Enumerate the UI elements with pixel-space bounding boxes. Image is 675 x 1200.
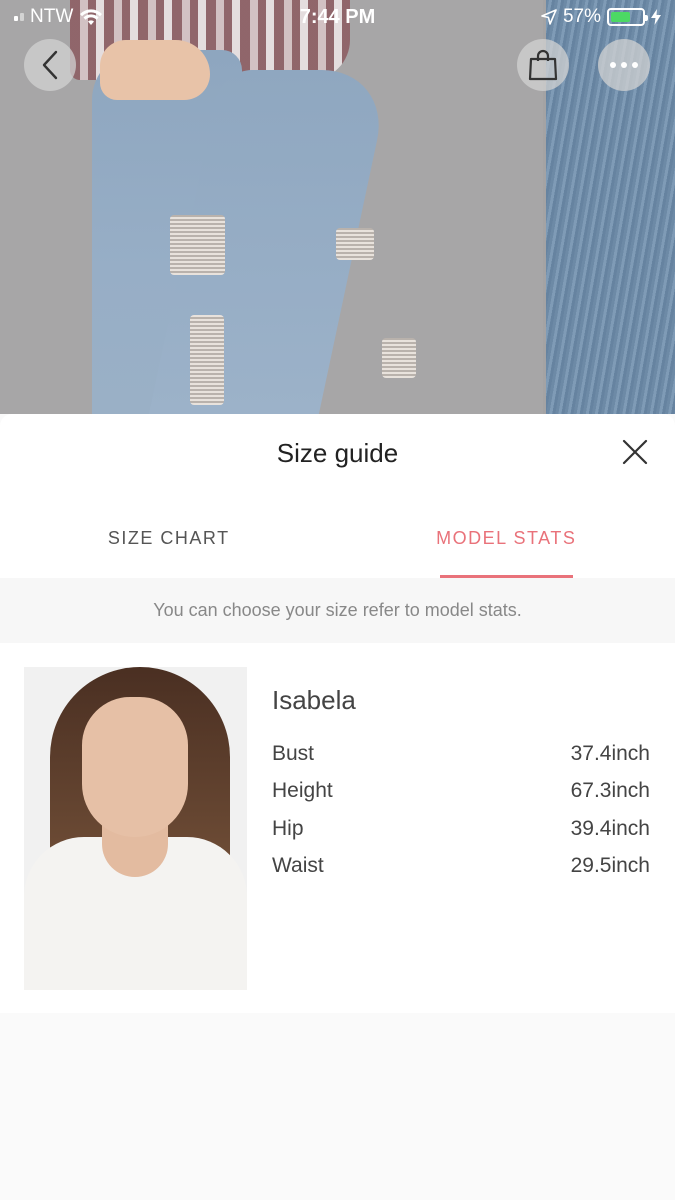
battery-level xyxy=(611,12,631,22)
status-right: 57% xyxy=(541,6,661,28)
size-guide-sheet: Size guide SIZE CHART MODEL STATS You ca… xyxy=(0,414,675,1200)
stat-row-hip: Hip 39.4inch xyxy=(272,810,650,848)
stat-value: 29.5inch xyxy=(570,854,650,878)
sheet-title: Size guide xyxy=(276,438,399,468)
stat-label: Waist xyxy=(272,854,324,878)
stat-value: 37.4inch xyxy=(570,741,650,765)
more-button[interactable] xyxy=(598,39,650,91)
screen: NTW 7:44 PM 57% Size guide SIZE CHART MO… xyxy=(0,0,675,1200)
stat-row-height: Height 67.3inch xyxy=(272,773,650,811)
product-image xyxy=(0,0,543,414)
stat-label: Height xyxy=(272,779,333,803)
product-image-gallery[interactable] xyxy=(0,0,675,414)
size-guide-tabs: SIZE CHART MODEL STATS xyxy=(0,498,675,578)
stat-row-waist: Waist 29.5inch xyxy=(272,848,650,886)
model-photo xyxy=(24,667,247,990)
model-stats-list: Bust 37.4inch Height 67.3inch Hip 39.4in… xyxy=(272,735,650,885)
back-button[interactable] xyxy=(24,39,76,91)
jeans-graphic xyxy=(92,50,422,414)
model-stats-notice: You can choose your size refer to model … xyxy=(0,578,675,643)
tab-model-stats[interactable]: MODEL STATS xyxy=(338,498,675,578)
model-card: Isabela Bust 37.4inch Height 67.3inch Hi… xyxy=(0,643,675,1013)
chevron-left-icon xyxy=(42,50,58,80)
shopping-bag-icon xyxy=(528,49,558,81)
status-bar: NTW 7:44 PM 57% xyxy=(0,0,675,34)
close-icon xyxy=(622,439,648,465)
stat-value: 39.4inch xyxy=(570,816,650,840)
sheet-header: Size guide xyxy=(0,414,675,498)
close-button[interactable] xyxy=(621,438,649,466)
more-icon xyxy=(610,62,638,68)
stat-value: 67.3inch xyxy=(570,779,650,803)
stat-row-bust: Bust 37.4inch xyxy=(272,735,650,773)
battery-icon xyxy=(607,8,648,26)
charging-icon xyxy=(651,9,661,25)
shopping-bag-button[interactable] xyxy=(517,39,569,91)
tab-size-chart[interactable]: SIZE CHART xyxy=(0,498,338,578)
hand-graphic xyxy=(100,40,210,100)
model-name: Isabela xyxy=(272,685,356,715)
stat-label: Hip xyxy=(272,816,304,840)
stat-label: Bust xyxy=(272,741,315,765)
battery-percent: 57% xyxy=(562,6,601,27)
location-arrow-icon xyxy=(541,9,557,25)
